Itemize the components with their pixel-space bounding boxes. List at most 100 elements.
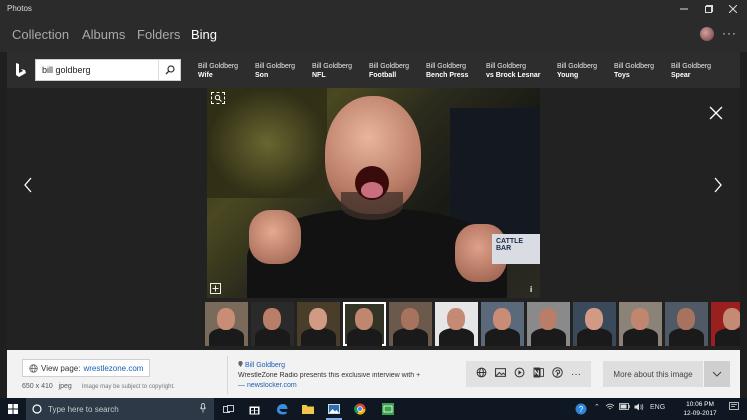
title-bar: Photos — [0, 0, 747, 18]
image-info-bar: View page: wrestlezone.com 650 x 410 jpe… — [7, 350, 740, 398]
related-search-line1: Bill Goldberg — [312, 63, 353, 70]
battery-icon[interactable] — [619, 403, 630, 412]
expand-source-icon[interactable]: + — [416, 372, 420, 379]
thumbnail-body — [255, 328, 290, 346]
taskbar-clock[interactable]: 10:06 PM 12-09-2017 — [678, 400, 722, 418]
related-search-line2: vs Brock Lesnar — [486, 72, 541, 79]
thumbnail-body — [347, 328, 382, 346]
close-window-button[interactable] — [721, 0, 745, 18]
photos-taskbar-icon[interactable] — [326, 401, 342, 420]
taskbar-search[interactable]: Type here to search — [26, 398, 214, 420]
thumbnail[interactable] — [573, 302, 616, 346]
clock-time: 10:06 PM — [686, 401, 714, 408]
visual-search-button[interactable] — [211, 92, 225, 104]
source-name-link[interactable]: Bill Goldberg — [245, 362, 285, 369]
thumbnail[interactable] — [435, 302, 478, 346]
related-search-bench-press[interactable]: Bill Goldberg Bench Press — [426, 62, 468, 80]
pin-icon — [238, 361, 243, 367]
store-icon[interactable] — [246, 401, 262, 417]
related-search-line2: NFL — [312, 72, 326, 79]
thumbnail[interactable] — [711, 302, 740, 346]
thumbnail[interactable] — [389, 302, 432, 346]
show-hidden-icons-icon[interactable]: ⌃ — [594, 403, 600, 411]
next-image-button[interactable] — [711, 174, 725, 196]
similar-images-icon[interactable] — [495, 367, 506, 381]
help-icon[interactable]: ? — [573, 401, 589, 417]
bing-logo-icon — [16, 63, 26, 77]
video-icon[interactable] — [514, 367, 525, 381]
photo-badge-text: CATTLE BAR — [492, 234, 540, 264]
thumbnail[interactable] — [205, 302, 248, 346]
thumbnail[interactable] — [343, 302, 386, 346]
thumbnail-body — [623, 328, 658, 346]
search-icon — [165, 65, 175, 75]
related-search-spear[interactable]: Bill Goldberg Spear — [671, 62, 711, 80]
minimize-button[interactable] — [672, 0, 696, 18]
divider — [227, 356, 228, 394]
related-search-son[interactable]: Bill Goldberg Son — [255, 62, 295, 80]
thumbnail[interactable] — [527, 302, 570, 346]
thumbnail[interactable] — [481, 302, 524, 346]
thumbnail-face — [493, 308, 511, 330]
tab-albums[interactable]: Albums — [82, 27, 125, 42]
related-search-vs-brock-lesnar[interactable]: Bill Goldberg vs Brock Lesnar — [486, 62, 540, 80]
more-options-icon[interactable]: ··· — [722, 26, 737, 40]
onenote-icon[interactable] — [533, 367, 544, 381]
chrome-icon[interactable] — [352, 401, 368, 417]
microphone-icon[interactable] — [200, 400, 206, 418]
thumbnail[interactable] — [251, 302, 294, 346]
info-icon[interactable]: i — [530, 285, 532, 294]
search-input[interactable] — [42, 63, 152, 77]
volume-icon[interactable] — [634, 403, 644, 413]
add-icon — [212, 285, 219, 292]
related-search-line2: Young — [557, 72, 579, 79]
avatar[interactable] — [700, 27, 714, 41]
pinterest-icon[interactable] — [552, 367, 563, 381]
add-to-collection-button[interactable] — [210, 283, 221, 294]
tab-bing[interactable]: Bing — [191, 27, 217, 42]
related-search-toys[interactable]: Bill Goldberg Toys — [614, 62, 654, 80]
tab-collection[interactable]: Collection — [12, 27, 69, 42]
maximize-button[interactable] — [697, 0, 721, 18]
related-search-line1: Bill Goldberg — [557, 63, 598, 70]
tab-folders[interactable]: Folders — [137, 27, 180, 42]
web-search-icon[interactable] — [476, 367, 487, 381]
thumbnail[interactable] — [297, 302, 340, 346]
more-actions-icon[interactable]: ··· — [571, 369, 581, 380]
more-about-button[interactable]: More about this image — [603, 361, 703, 387]
taskbar-search-placeholder: Type here to search — [48, 404, 119, 414]
close-viewer-button[interactable] — [707, 104, 725, 122]
thumbnail[interactable] — [665, 302, 708, 346]
svg-text:?: ? — [579, 405, 584, 414]
related-search-line1: Bill Goldberg — [671, 63, 712, 70]
network-icon[interactable] — [605, 403, 615, 413]
previous-image-button[interactable] — [21, 174, 35, 196]
related-search-young[interactable]: Bill Goldberg Young — [557, 62, 597, 80]
source-description-line: WrestleZone Radio presents this exclusiv… — [238, 372, 433, 379]
start-button[interactable] — [0, 398, 26, 420]
thumbnail-face — [585, 308, 603, 330]
notifications-icon[interactable] — [729, 402, 739, 414]
task-view-icon[interactable] — [220, 401, 236, 417]
language-indicator[interactable]: ENG — [650, 404, 665, 411]
thumbnail-face — [217, 308, 235, 330]
related-search-line1: Bill Goldberg — [614, 63, 655, 70]
edge-icon[interactable] — [274, 401, 290, 417]
source-domain-link[interactable]: — newslocker.com — [238, 382, 433, 389]
expand-info-button[interactable] — [704, 361, 730, 387]
thumbnail[interactable] — [619, 302, 662, 346]
image-actions: ··· — [466, 361, 591, 387]
related-search-line1: Bill Goldberg — [369, 63, 410, 70]
related-search-wife[interactable]: Bill Goldberg Wife — [198, 62, 238, 80]
search-button[interactable] — [158, 60, 180, 80]
view-page-link[interactable]: wrestlezone.com — [83, 364, 143, 373]
thumbnail-body — [209, 328, 244, 346]
related-search-football[interactable]: Bill Goldberg Football — [369, 62, 409, 80]
file-explorer-icon[interactable] — [300, 401, 316, 417]
app-icon[interactable] — [380, 401, 396, 417]
related-search-nfl[interactable]: Bill Goldberg NFL — [312, 62, 352, 80]
window-title: Photos — [7, 4, 32, 13]
chevron-down-icon — [712, 371, 722, 377]
view-page-button[interactable]: View page: wrestlezone.com — [22, 359, 151, 377]
image-source: Bill Goldberg WrestleZone Radio presents… — [238, 358, 433, 389]
